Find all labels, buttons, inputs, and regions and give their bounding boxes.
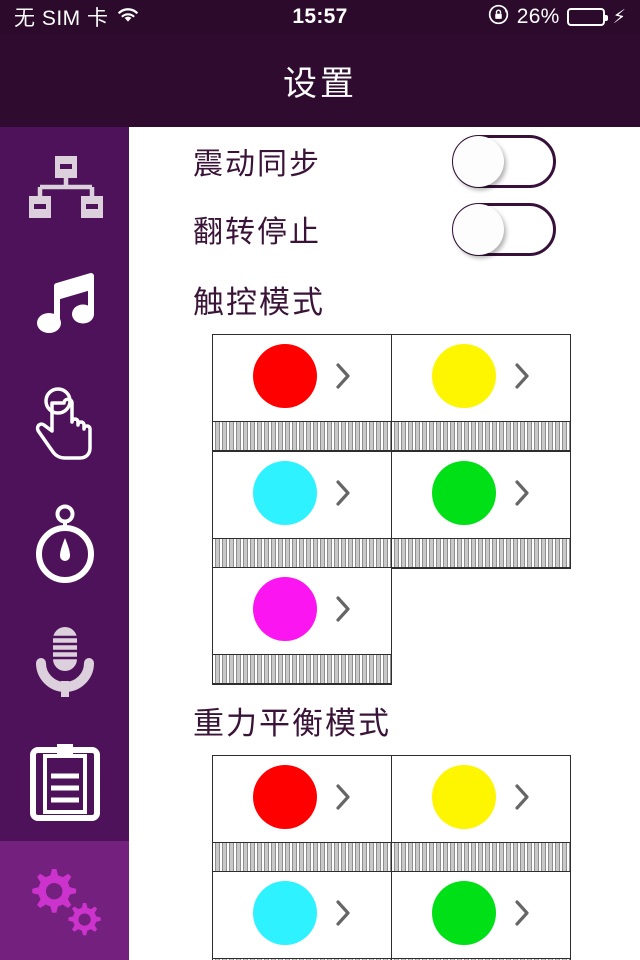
battery-icon	[566, 8, 608, 26]
setting-row-vibration-sync: 震动同步	[129, 127, 640, 195]
sidebar-item-music[interactable]	[0, 246, 129, 365]
chevron-right-icon[interactable]	[514, 479, 530, 507]
sidebar	[0, 127, 129, 960]
color-swatch	[253, 577, 317, 641]
rotation-lock-icon	[487, 3, 510, 31]
toggle-flip-to-stop[interactable]	[452, 202, 556, 256]
color-cell-top	[213, 872, 391, 958]
chevron-right-icon[interactable]	[514, 899, 530, 927]
color-cell-top	[392, 452, 570, 538]
ribbed-slider-strip[interactable]	[213, 841, 391, 872]
color-swatch	[431, 764, 496, 829]
color-cell[interactable]	[390, 871, 571, 960]
color-cell-top	[392, 335, 570, 421]
ribbed-slider-strip[interactable]	[391, 421, 570, 451]
app-root: 无 SIM 卡 15:57 26% ⚡ 设置 震动同步 翻转停止 触控模式 重力…	[0, 0, 640, 960]
status-bar-left: 无 SIM 卡	[14, 2, 292, 32]
ribbed-slider-strip[interactable]	[213, 537, 391, 568]
color-cell-top	[213, 756, 391, 842]
toggle-knob	[453, 135, 504, 187]
color-cell[interactable]	[390, 450, 571, 569]
microphone-icon	[29, 623, 101, 703]
sidebar-item-timer[interactable]	[0, 484, 129, 603]
wifi-icon	[116, 6, 140, 29]
sidebar-item-settings[interactable]	[0, 841, 129, 960]
setting-label: 翻转停止	[193, 216, 321, 249]
color-cell[interactable]	[212, 754, 392, 873]
color-swatch	[253, 344, 317, 408]
title-bar: 设置	[0, 34, 640, 127]
section-title-touch-mode: 触控模式	[193, 285, 325, 320]
toggle-vibration-sync[interactable]	[452, 134, 556, 188]
sidebar-item-microphone[interactable]	[0, 603, 129, 722]
color-swatch	[431, 344, 496, 408]
color-swatch	[253, 764, 317, 829]
chevron-right-icon[interactable]	[335, 783, 351, 811]
setting-row-flip-to-stop: 翻转停止	[129, 195, 640, 263]
color-cell[interactable]	[212, 567, 392, 685]
sitemap-icon	[25, 154, 105, 220]
ribbed-slider-strip[interactable]	[391, 841, 570, 872]
color-swatch	[253, 460, 317, 525]
color-grid-gravity-mode	[212, 754, 573, 960]
chevron-right-icon[interactable]	[335, 479, 351, 507]
chevron-right-icon[interactable]	[335, 595, 351, 623]
stopwatch-icon	[27, 504, 103, 584]
color-grid-touch-mode	[212, 334, 573, 685]
settings-content: 震动同步 翻转停止 触控模式 重力平衡模式	[129, 127, 640, 960]
status-bar-right: 26% ⚡	[348, 3, 626, 31]
carrier-label: 无 SIM 卡	[14, 7, 109, 30]
lightning-bolt-icon: ⚡	[612, 6, 626, 28]
touch-hand-icon	[25, 385, 105, 465]
color-cell-top	[213, 452, 391, 538]
color-swatch	[253, 881, 317, 945]
toggle-knob	[453, 203, 504, 255]
color-cell-top	[213, 335, 391, 421]
music-note-icon	[29, 270, 101, 342]
sidebar-item-touch[interactable]	[0, 365, 129, 484]
color-cell-top	[392, 756, 570, 842]
color-cell[interactable]	[390, 754, 571, 873]
chevron-right-icon[interactable]	[335, 899, 351, 927]
gears-icon	[22, 861, 108, 941]
status-bar: 无 SIM 卡 15:57 26% ⚡	[0, 0, 640, 34]
clipboard-icon	[29, 742, 101, 822]
sidebar-item-sitemap[interactable]	[0, 127, 129, 246]
section-title-gravity-mode: 重力平衡模式	[193, 705, 391, 741]
color-cell[interactable]	[212, 334, 392, 452]
color-cell-top	[392, 872, 570, 958]
chevron-right-icon[interactable]	[335, 362, 351, 390]
status-bar-clock: 15:57	[292, 5, 348, 28]
ribbed-slider-strip[interactable]	[213, 654, 391, 684]
color-cell-top	[213, 568, 391, 654]
color-swatch	[431, 881, 496, 945]
color-cell[interactable]	[212, 871, 392, 960]
color-cell[interactable]	[212, 450, 392, 569]
ribbed-slider-strip[interactable]	[213, 421, 391, 451]
setting-label: 震动同步	[193, 148, 321, 181]
page-title: 设置	[283, 65, 357, 103]
battery-percent-label: 26%	[516, 5, 560, 28]
color-cell[interactable]	[390, 334, 571, 452]
chevron-right-icon[interactable]	[514, 362, 530, 390]
sidebar-item-clipboard[interactable]	[0, 722, 129, 841]
ribbed-slider-strip[interactable]	[391, 537, 570, 568]
color-swatch	[431, 460, 496, 525]
chevron-right-icon[interactable]	[514, 783, 530, 811]
